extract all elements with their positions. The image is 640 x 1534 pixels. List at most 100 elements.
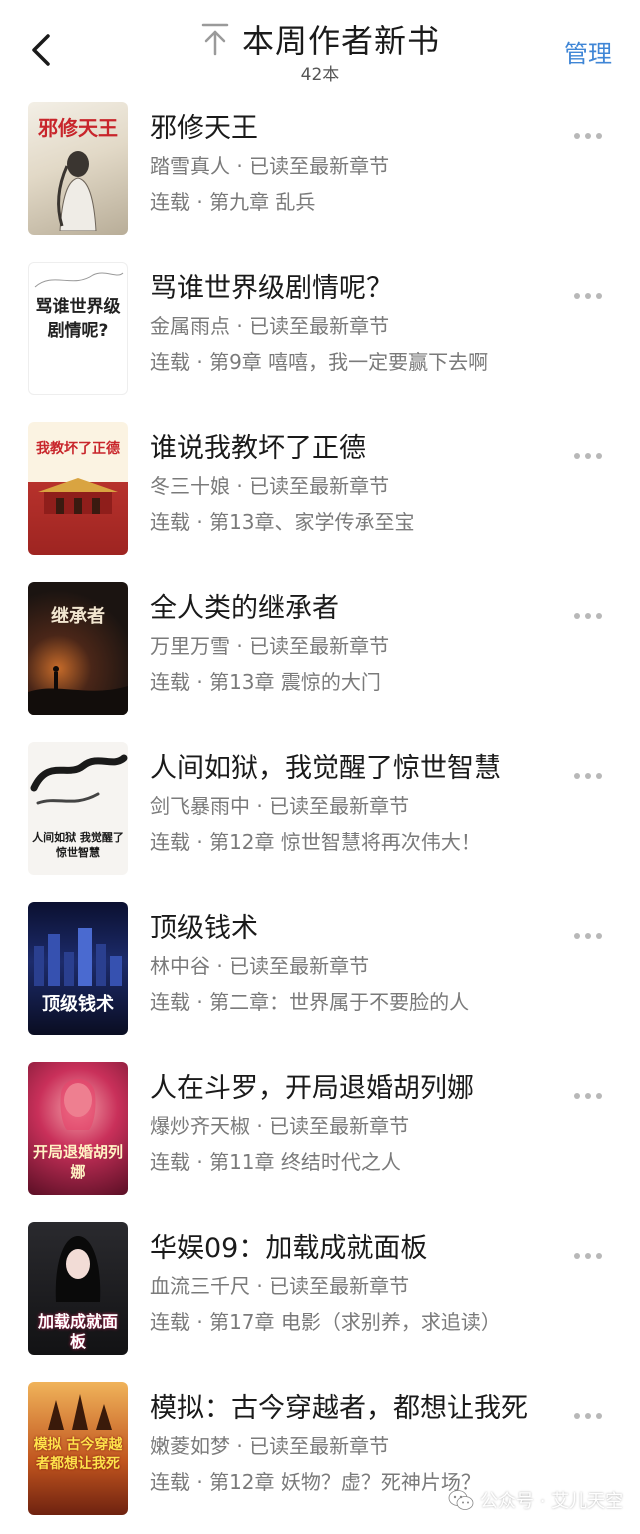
manage-button[interactable]: 管理 [564, 34, 612, 69]
book-info: 顶级钱术 林中谷 · 已读至最新章节 连载 · 第二章：世界属于不要脸的人 [150, 912, 550, 1016]
more-dot [596, 933, 602, 939]
cover-title: 开局退婚胡列娜 [32, 1143, 123, 1181]
cover-title: 加载成就面板 [37, 1312, 118, 1351]
cover-title: 顶级钱术 [42, 994, 114, 1015]
book-latest-chapter: 连载 · 第17章 电影（求别养，求追读） [150, 1310, 501, 1334]
book-item[interactable]: 骂谁世界级剧情呢? 骂谁世界级剧情呢？ 金属雨点 · 已读至最新章节 连载 · … [0, 254, 640, 414]
more-options-button[interactable] [574, 124, 614, 144]
book-latest-chapter: 连载 · 第13章 震惊的大门 [150, 670, 381, 694]
book-title[interactable]: 邪修天王 [150, 112, 550, 146]
more-dots-icon [574, 933, 580, 939]
book-latest-chapter: 连载 · 第12章 惊世智慧将再次伟大！ [150, 830, 481, 854]
more-options-button[interactable] [574, 444, 614, 464]
more-dot [585, 1413, 591, 1419]
more-options-button[interactable] [574, 924, 614, 944]
book-author-progress: 金属雨点 · 已读至最新章节 [150, 314, 390, 338]
book-cover[interactable]: 开局退婚胡列娜 [28, 1062, 128, 1195]
book-item[interactable]: 顶级钱术 顶级钱术 林中谷 · 已读至最新章节 连载 · 第二章：世界属于不要脸… [0, 894, 640, 1054]
book-author-progress: 爆炒齐天椒 · 已读至最新章节 [150, 1114, 410, 1138]
more-dot [596, 133, 602, 139]
book-info: 模拟：古今穿越者，都想让我死 嫩菱如梦 · 已读至最新章节 连载 · 第12章 … [150, 1392, 550, 1496]
more-options-button[interactable] [574, 764, 614, 784]
watermark-text: 公众号 · 艾儿天空 [480, 1491, 624, 1512]
more-dots-icon [574, 1413, 580, 1419]
book-list: 邪修天王 邪修天王 踏雪真人 · 已读至最新章节 连载 · 第九章 乱兵 骂谁世… [0, 94, 640, 1534]
book-author-progress: 血流三千尺 · 已读至最新章节 [150, 1274, 410, 1298]
book-author-progress: 林中谷 · 已读至最新章节 [150, 954, 370, 978]
more-dot [596, 1093, 602, 1099]
book-cover[interactable]: 加载成就面板 [28, 1222, 128, 1355]
book-item[interactable]: 邪修天王 邪修天王 踏雪真人 · 已读至最新章节 连载 · 第九章 乱兵 [0, 94, 640, 254]
more-dot [596, 1253, 602, 1259]
more-dots-icon [574, 133, 580, 139]
book-title[interactable]: 人在斗罗，开局退婚胡列娜 [150, 1072, 550, 1106]
more-dots-icon [574, 613, 580, 619]
more-options-button[interactable] [574, 604, 614, 624]
book-title[interactable]: 全人类的继承者 [150, 592, 550, 626]
book-title[interactable]: 人间如狱，我觉醒了惊世智慧 [150, 752, 550, 786]
book-latest-chapter: 连载 · 第二章：世界属于不要脸的人 [150, 990, 470, 1014]
book-cover[interactable]: 模拟 古今穿越者都想让我死 [28, 1382, 128, 1515]
book-cover[interactable]: 继承者 [28, 582, 128, 715]
more-dot [596, 773, 602, 779]
cover-city [34, 928, 122, 986]
more-options-button[interactable] [574, 1244, 614, 1264]
cover-character [60, 1079, 96, 1130]
book-item[interactable]: 人间如狱 我觉醒了惊世智慧 人间如狱，我觉醒了惊世智慧 剑飞暴雨中 · 已读至最… [0, 734, 640, 894]
more-dot [585, 613, 591, 619]
more-options-button[interactable] [574, 1404, 614, 1424]
book-info: 骂谁世界级剧情呢？ 金属雨点 · 已读至最新章节 连载 · 第9章 嘻嘻，我一定… [150, 272, 550, 376]
book-latest-chapter: 连载 · 第13章、家学传承至宝 [150, 510, 415, 534]
book-title[interactable]: 华娱09：加载成就面板 [150, 1232, 550, 1266]
more-dots-icon [574, 1253, 580, 1259]
more-dot [585, 453, 591, 459]
cover-character [55, 1236, 101, 1302]
header-bar: 本周作者新书 42本 管理 [0, 0, 640, 90]
book-cover[interactable]: 顶级钱术 [28, 902, 128, 1035]
book-title[interactable]: 骂谁世界级剧情呢？ [150, 272, 550, 306]
book-item[interactable]: 加载成就面板 华娱09：加载成就面板 血流三千尺 · 已读至最新章节 连载 · … [0, 1214, 640, 1374]
book-item[interactable]: 我教坏了正德 谁说我教坏了正德 冬三十娘 · 已读至最新章节 连载 · 第13章… [0, 414, 640, 574]
book-title[interactable]: 顶级钱术 [150, 912, 550, 946]
book-info: 华娱09：加载成就面板 血流三千尺 · 已读至最新章节 连载 · 第17章 电影… [150, 1232, 550, 1336]
cover-title: 骂谁世界级剧情呢? [35, 297, 121, 341]
more-dot [596, 293, 602, 299]
arrow-up-to-top-icon[interactable] [200, 22, 230, 56]
book-cover[interactable]: 骂谁世界级剧情呢? [28, 262, 128, 395]
book-title[interactable]: 谁说我教坏了正德 [150, 432, 550, 466]
cover-title: 继承者 [51, 606, 105, 627]
book-author-progress: 万里万雪 · 已读至最新章节 [150, 634, 390, 658]
book-cover[interactable]: 我教坏了正德 [28, 422, 128, 555]
book-title[interactable]: 模拟：古今穿越者，都想让我死 [150, 1392, 550, 1426]
more-options-button[interactable] [574, 284, 614, 304]
more-dot [585, 293, 591, 299]
cover-title: 模拟 古今穿越者都想让我死 [33, 1437, 123, 1472]
book-cover[interactable]: 邪修天王 [28, 102, 128, 235]
title-area: 本周作者新书 [0, 16, 640, 62]
book-info: 全人类的继承者 万里万雪 · 已读至最新章节 连载 · 第13章 震惊的大门 [150, 592, 550, 696]
cover-ink-dragon [30, 754, 128, 805]
more-dots-icon [574, 453, 580, 459]
more-dots-icon [574, 1093, 580, 1099]
book-info: 谁说我教坏了正德 冬三十娘 · 已读至最新章节 连载 · 第13章、家学传承至宝 [150, 432, 550, 536]
more-dot [585, 1093, 591, 1099]
book-latest-chapter: 连载 · 第9章 嘻嘻，我一定要赢下去啊 [150, 350, 489, 374]
cover-figures [48, 1394, 112, 1430]
cover-title: 人间如狱 我觉醒了惊世智慧 [32, 831, 124, 859]
more-options-button[interactable] [574, 1084, 614, 1104]
more-dot [596, 453, 602, 459]
more-dot [596, 1413, 602, 1419]
book-item[interactable]: 开局退婚胡列娜 人在斗罗，开局退婚胡列娜 爆炒齐天椒 · 已读至最新章节 连载 … [0, 1054, 640, 1214]
cover-title: 邪修天王 [38, 116, 118, 140]
cover-figure [57, 151, 97, 231]
page-title: 本周作者新书 [241, 22, 440, 60]
cover-scribble [34, 272, 124, 288]
wechat-icon [448, 1490, 474, 1510]
more-dot [585, 133, 591, 139]
book-info: 人在斗罗，开局退婚胡列娜 爆炒齐天椒 · 已读至最新章节 连载 · 第11章 终… [150, 1072, 550, 1176]
book-cover[interactable]: 人间如狱 我觉醒了惊世智慧 [28, 742, 128, 875]
cover-title: 我教坏了正德 [36, 441, 120, 457]
more-dot [585, 933, 591, 939]
book-item[interactable]: 继承者 全人类的继承者 万里万雪 · 已读至最新章节 连载 · 第13章 震惊的… [0, 574, 640, 734]
watermark: 公众号 · 艾儿天空 [448, 1486, 623, 1514]
